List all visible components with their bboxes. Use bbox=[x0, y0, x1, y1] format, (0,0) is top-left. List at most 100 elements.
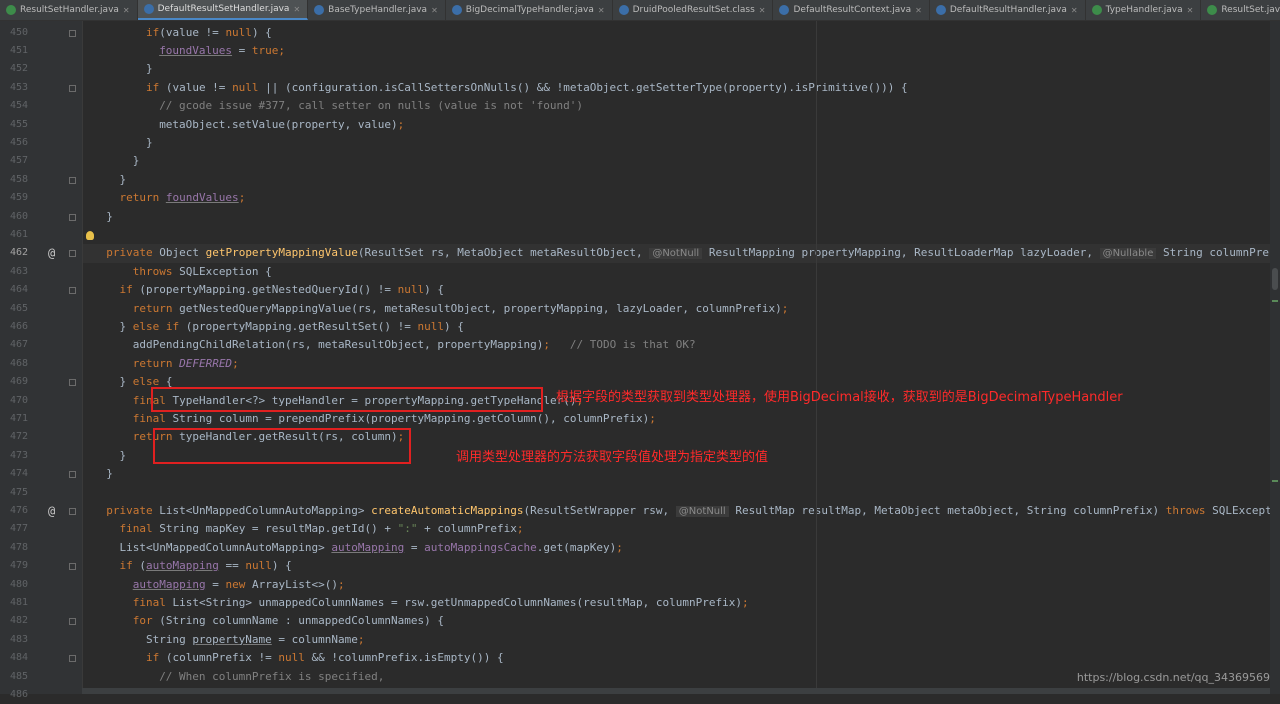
tab-resultset-java[interactable]: ResultSet.java✕ bbox=[1201, 0, 1280, 20]
code-token: (columnPrefix != bbox=[165, 651, 279, 665]
fold-toggle-icon[interactable] bbox=[69, 176, 76, 184]
code-line[interactable]: final List<String> unmappedColumnNames =… bbox=[133, 594, 749, 612]
tab-bigdecimaltypehandler-java[interactable]: BigDecimalTypeHandler.java ✕ bbox=[446, 0, 613, 20]
close-tab-icon[interactable]: ✕ bbox=[598, 6, 605, 15]
fold-toggle-icon[interactable] bbox=[69, 84, 76, 92]
code-line[interactable]: private Object getPropertyMappingValue(R… bbox=[106, 244, 1270, 262]
code-token: } bbox=[145, 62, 153, 76]
fold-toggle-icon[interactable] bbox=[69, 250, 76, 258]
code-token: (ResultSet rs, MetaObject metaResultObje… bbox=[357, 246, 650, 260]
close-tab-icon[interactable]: ✕ bbox=[431, 6, 438, 15]
intention-bulb-icon[interactable] bbox=[86, 231, 94, 240]
code-line[interactable]: } bbox=[106, 465, 113, 483]
fold-toggle-icon[interactable] bbox=[69, 655, 76, 663]
close-tab-icon[interactable]: ✕ bbox=[1187, 6, 1194, 15]
code-line[interactable]: addPendingChildRelation(rs, metaResultOb… bbox=[133, 336, 696, 354]
fold-toggle-icon[interactable] bbox=[69, 379, 76, 387]
override-marker-icon[interactable]: @ bbox=[48, 502, 55, 520]
code-token: DEFERRED bbox=[179, 356, 233, 370]
code-line[interactable]: // When columnPrefix is specified, bbox=[159, 668, 384, 686]
tab-druidpooledresultset-class[interactable]: DruidPooledResultSet.class ✕ bbox=[613, 0, 774, 20]
code-line[interactable]: } bbox=[119, 447, 126, 465]
code-token: } bbox=[106, 209, 113, 223]
tab-basetypehandler-java[interactable]: BaseTypeHandler.java ✕ bbox=[308, 0, 446, 20]
tab-defaultresultsethandler-java[interactable]: DefaultResultSetHandler.java ✕ bbox=[137, 0, 309, 20]
inlay-annotation-hint: @NotNull bbox=[649, 248, 703, 260]
code-token: ; bbox=[516, 522, 524, 536]
code-line[interactable]: List<UnMappedColumnAutoMapping> autoMapp… bbox=[119, 539, 622, 557]
line-number: 469 bbox=[9, 376, 28, 388]
code-line[interactable]: if (autoMapping == null) { bbox=[119, 557, 291, 575]
fold-toggle-icon[interactable] bbox=[69, 29, 76, 37]
code-token: else if bbox=[132, 319, 186, 333]
class-icon bbox=[618, 5, 629, 15]
code-token: List<String> unmappedColumnNames = rsw.g… bbox=[172, 595, 743, 609]
close-tab-icon[interactable]: ✕ bbox=[915, 6, 922, 15]
code-line[interactable]: metaObject.setValue(property, value); bbox=[159, 116, 404, 134]
code-line[interactable]: // gcode issue #377, call setter on null… bbox=[159, 97, 583, 115]
close-tab-icon[interactable]: ✕ bbox=[759, 6, 766, 15]
fold-toggle-icon[interactable] bbox=[69, 618, 76, 626]
fold-toggle-icon[interactable] bbox=[69, 471, 76, 479]
code-line[interactable]: if(value != null) { bbox=[146, 24, 272, 42]
fold-toggle-icon[interactable] bbox=[69, 287, 76, 295]
code-line[interactable]: foundValues = true; bbox=[159, 42, 285, 60]
code-line[interactable]: return foundValues; bbox=[119, 189, 245, 207]
code-line[interactable]: final String mapKey = resultMap.getId() … bbox=[119, 520, 523, 538]
tab-defaultresultcontext-java[interactable]: DefaultResultContext.java ✕ bbox=[773, 0, 930, 20]
close-tab-icon[interactable]: ✕ bbox=[1071, 6, 1078, 15]
vertical-scrollbar[interactable] bbox=[1270, 21, 1280, 694]
tab-label: BigDecimalTypeHandler.java bbox=[465, 5, 594, 15]
code-token: addPendingChildRelation(rs, metaResultOb… bbox=[132, 338, 544, 352]
code-token: .get(mapKey) bbox=[536, 540, 617, 554]
code-line[interactable]: } bbox=[106, 208, 113, 226]
line-number: 450 bbox=[9, 26, 28, 38]
code-token: // TODO is that OK? bbox=[569, 338, 696, 352]
code-line[interactable]: throws SQLException { bbox=[133, 263, 272, 281]
override-marker-icon[interactable]: @ bbox=[48, 244, 55, 262]
code-line[interactable]: return DEFERRED; bbox=[133, 355, 239, 373]
code-line[interactable]: autoMapping = new ArrayList<>(); bbox=[133, 576, 345, 594]
code-line[interactable]: for (String columnName : unmappedColumnN… bbox=[133, 612, 444, 630]
code-editor[interactable]: if(value != null) {foundValues = true;} i… bbox=[83, 21, 1270, 695]
code-line[interactable]: } bbox=[119, 171, 126, 189]
code-line[interactable]: final String column = prependPrefix(prop… bbox=[133, 410, 656, 428]
code-token: createAutomaticMappings bbox=[371, 503, 524, 517]
fold-toggle-icon[interactable] bbox=[69, 213, 76, 221]
line-number: 454 bbox=[9, 100, 28, 112]
code-token: ResultMap resultMap, MetaObject metaObje… bbox=[728, 503, 1166, 517]
tab-typehandler-java[interactable]: TypeHandler.java ✕ bbox=[1086, 0, 1202, 20]
close-tab-icon[interactable]: ✕ bbox=[123, 6, 130, 15]
tab-label: DefaultResultHandler.java bbox=[949, 5, 1067, 15]
code-line[interactable]: } bbox=[146, 134, 153, 152]
fold-toggle-icon[interactable] bbox=[69, 563, 76, 571]
code-token: true bbox=[251, 43, 279, 57]
code-line[interactable]: if (value != null || (configuration.isCa… bbox=[146, 79, 908, 97]
code-token: ) { bbox=[444, 319, 464, 333]
code-line[interactable]: private List<UnMappedColumnAutoMapping> … bbox=[106, 502, 1270, 520]
code-line[interactable]: return getNestedQueryMappingValue(rs, me… bbox=[133, 300, 789, 318]
tab-defaultresulthandler-java[interactable]: DefaultResultHandler.java ✕ bbox=[930, 0, 1086, 20]
code-token: null bbox=[397, 283, 425, 297]
code-line[interactable]: if (columnPrefix != null && !columnPrefi… bbox=[146, 649, 504, 667]
code-line[interactable]: String propertyName = columnName; bbox=[146, 631, 365, 649]
code-token: SQLException { bbox=[179, 264, 272, 278]
horizontal-scrollbar[interactable] bbox=[82, 688, 1270, 694]
interface-icon bbox=[1207, 5, 1218, 15]
fold-toggle-icon[interactable] bbox=[69, 507, 76, 515]
code-line[interactable]: if (propertyMapping.getNestedQueryId() !… bbox=[119, 281, 444, 299]
code-line[interactable]: } bbox=[146, 60, 153, 78]
code-line[interactable]: } else if (propertyMapping.getResultSet(… bbox=[119, 318, 463, 336]
line-number: 484 bbox=[9, 652, 28, 664]
tab-label: DefaultResultContext.java bbox=[793, 5, 912, 15]
code-token: ResultMapping propertyMapping, ResultLoa… bbox=[702, 246, 1100, 260]
code-token: metaObject.setValue(property, value) bbox=[159, 117, 398, 131]
tab-resultsethandler-java[interactable]: ResultSetHandler.java ✕ bbox=[0, 0, 138, 20]
code-token: ; bbox=[397, 117, 405, 131]
code-token: == bbox=[218, 559, 246, 573]
code-line[interactable]: } bbox=[133, 152, 140, 170]
line-number: 480 bbox=[9, 578, 28, 590]
close-tab-icon[interactable]: ✕ bbox=[293, 5, 300, 14]
scrollbar-thumb[interactable] bbox=[1272, 268, 1278, 290]
